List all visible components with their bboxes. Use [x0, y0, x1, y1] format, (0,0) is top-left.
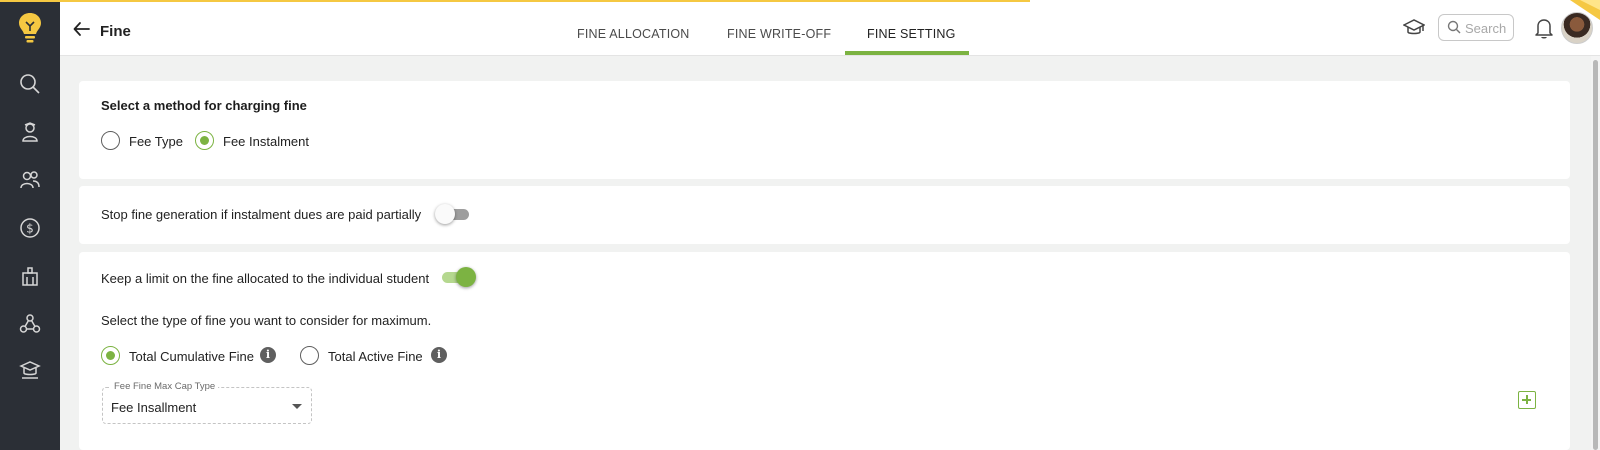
graduation-cap-icon[interactable] [1403, 18, 1425, 38]
sidebar-item-people[interactable] [0, 160, 60, 200]
total-cumulative-fine-label[interactable]: Total Cumulative Fine [129, 349, 254, 364]
search-placeholder: Search [1465, 21, 1507, 36]
fine-limit-label: Keep a limit on the fine allocated to th… [101, 271, 430, 286]
fee-instalment-label[interactable]: Fee Instalment [223, 134, 309, 149]
max-cap-type-legend: Fee Fine Max Cap Type [111, 381, 219, 392]
partial-payment-card: Stop fine generation if instalment dues … [79, 186, 1570, 244]
dollar-icon: $ [20, 218, 40, 238]
active-tab-indicator [845, 51, 969, 55]
search-icon [1447, 20, 1461, 34]
tab-fine-write-off[interactable]: FINE WRITE-OFF [727, 27, 831, 41]
back-arrow-icon[interactable] [72, 19, 92, 39]
scrollbar-thumb[interactable] [1593, 60, 1598, 450]
add-plus-button[interactable] [1518, 391, 1536, 409]
fine-limit-toggle[interactable] [440, 267, 476, 287]
lightbulb-logo-icon [19, 13, 41, 43]
charging-method-card: Select a method for charging fine Fee Ty… [79, 81, 1570, 179]
charging-method-title: Select a method for charging fine [101, 98, 307, 113]
building-icon [22, 267, 38, 286]
total-active-fine-label[interactable]: Total Active Fine [328, 349, 423, 364]
toggle-knob [435, 204, 455, 224]
bell-icon[interactable] [1535, 17, 1553, 39]
svg-text:$: $ [26, 222, 34, 236]
people-icon [20, 171, 40, 189]
fine-type-prompt: Select the type of fine you want to cons… [101, 313, 432, 328]
search-icon [20, 74, 40, 94]
top-progress-line [0, 0, 1030, 2]
max-cap-type-select[interactable]: Fee Fine Max Cap Type Fee Insallment [102, 381, 312, 424]
active-info-icon[interactable]: i [431, 347, 447, 363]
search-input[interactable]: Search [1438, 14, 1514, 41]
top-header: Fine FINE ALLOCATION FINE WRITE-OFF FINE… [60, 0, 1600, 56]
fee-type-label[interactable]: Fee Type [129, 134, 183, 149]
sidebar-item-student[interactable] [0, 112, 60, 152]
sidebar-item-search[interactable] [0, 64, 60, 104]
tab-fine-setting[interactable]: FINE SETTING [867, 27, 956, 41]
max-cap-type-value: Fee Insallment [111, 400, 197, 415]
partial-payment-toggle[interactable] [435, 204, 471, 224]
school-icon [19, 361, 41, 379]
cumulative-info-icon[interactable]: i [260, 347, 276, 363]
fine-limit-card: Keep a limit on the fine allocated to th… [79, 252, 1570, 450]
user-avatar[interactable] [1561, 12, 1593, 44]
sidebar: $ [0, 0, 60, 450]
tab-fine-allocation[interactable]: FINE ALLOCATION [577, 27, 690, 41]
sidebar-item-finance[interactable]: $ [0, 208, 60, 248]
toggle-knob [456, 267, 476, 287]
caret-down-icon [292, 404, 302, 409]
app-logo[interactable] [0, 0, 60, 56]
sidebar-item-network[interactable] [0, 304, 60, 344]
total-cumulative-fine-radio[interactable] [101, 346, 120, 365]
student-icon [22, 122, 38, 142]
fee-type-radio[interactable] [101, 131, 120, 150]
total-active-fine-radio[interactable] [300, 346, 319, 365]
sidebar-item-institution[interactable] [0, 256, 60, 296]
fee-instalment-radio[interactable] [195, 131, 214, 150]
partial-payment-label: Stop fine generation if instalment dues … [101, 207, 422, 222]
network-icon [19, 314, 41, 333]
page-title: Fine [100, 23, 131, 40]
sidebar-item-school[interactable] [0, 350, 60, 390]
